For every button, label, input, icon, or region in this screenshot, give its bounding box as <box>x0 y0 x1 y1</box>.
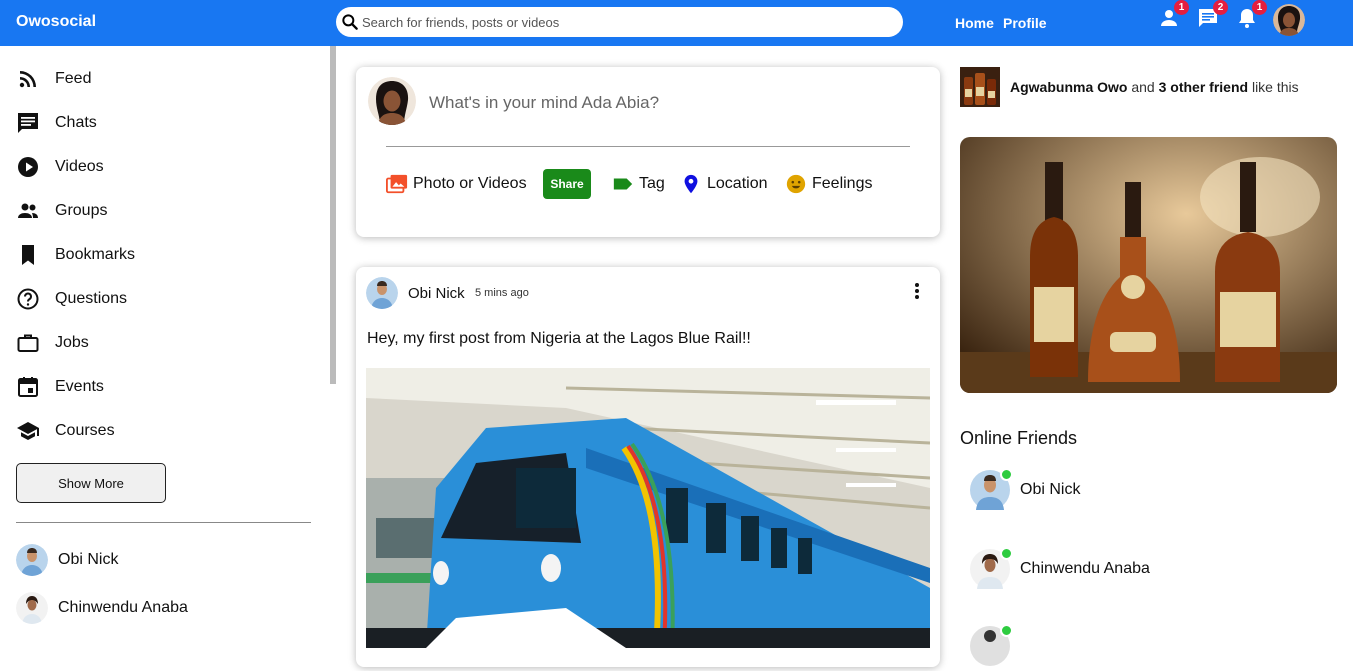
sidebar-item-label: Events <box>55 378 104 395</box>
profile-avatar[interactable] <box>1273 4 1305 36</box>
avatar[interactable] <box>366 277 398 309</box>
online-friend-name: Chinwendu Anaba <box>1020 560 1150 577</box>
play-circle-icon <box>18 157 38 177</box>
calendar-icon <box>18 377 38 397</box>
sidebar-item-label: Videos <box>55 158 104 175</box>
online-friend-item[interactable] <box>970 624 1020 666</box>
avatar <box>970 624 1013 666</box>
search-icon <box>342 14 358 30</box>
sidebar-item-courses[interactable]: Courses <box>16 416 316 446</box>
show-more-button[interactable]: Show More <box>16 463 166 503</box>
avatar <box>970 547 1013 589</box>
location-option[interactable]: Location <box>680 173 768 195</box>
more-vert-icon[interactable] <box>907 281 927 301</box>
brand-logo[interactable]: Owosocial <box>16 13 96 31</box>
sidebar-item-label: Jobs <box>55 334 89 351</box>
search-input[interactable] <box>362 7 892 37</box>
ad-image[interactable] <box>960 137 1337 393</box>
post-image <box>366 368 930 648</box>
sidebar-item-bookmarks[interactable]: Bookmarks <box>16 240 316 270</box>
feelings-label: Feelings <box>812 175 873 192</box>
sidebar-item-feed[interactable]: Feed <box>16 64 316 94</box>
sidebar-friend-item[interactable]: Chinwendu Anaba <box>16 591 188 625</box>
avatar <box>16 544 48 576</box>
sidebar-item-events[interactable]: Events <box>16 372 316 402</box>
label-icon <box>613 178 633 190</box>
share-divider <box>386 146 910 147</box>
sidebar-friend-item[interactable]: Obi Nick <box>16 543 118 577</box>
share-button[interactable]: Share <box>543 169 591 199</box>
chat-icon <box>18 113 38 133</box>
online-friend-item[interactable]: Obi Nick <box>970 468 1081 510</box>
notifications-button[interactable]: 1 <box>1235 0 1267 30</box>
messages-badge: 2 <box>1213 0 1228 15</box>
sidebar-item-label: Groups <box>55 202 108 219</box>
sidebar-item-label: Chats <box>55 114 97 131</box>
nav-profile-link[interactable]: Profile <box>1003 15 1047 31</box>
photo-videos-label: Photo or Videos <box>413 175 527 192</box>
bookmark-icon <box>22 245 34 265</box>
smiley-icon <box>786 174 806 194</box>
friend-requests-button[interactable]: 1 <box>1157 0 1189 30</box>
location-label: Location <box>707 175 768 192</box>
top-bar: Owosocial Home Profile 1 2 1 <box>0 0 1353 46</box>
sidebar-item-videos[interactable]: Videos <box>16 152 316 182</box>
liker-connector: and <box>1131 79 1155 95</box>
avatar <box>368 77 416 125</box>
sidebar-item-jobs[interactable]: Jobs <box>16 328 316 358</box>
sidebar-item-label: Courses <box>55 422 115 439</box>
nav-home-link[interactable]: Home <box>955 15 994 31</box>
post-text: Hey, my first post from Nigeria at the L… <box>367 330 751 347</box>
share-prompt[interactable]: What's in your mind Ada Abia? <box>429 93 659 113</box>
sidebar-item-label: Questions <box>55 290 128 307</box>
location-pin-icon <box>684 174 698 194</box>
liker-image <box>960 67 1000 107</box>
post-card: Obi Nick 5 mins ago Hey, my first post f… <box>356 267 940 667</box>
liker-others[interactable]: 3 other friend <box>1159 79 1248 95</box>
online-friend-item[interactable]: Chinwendu Anaba <box>970 547 1150 589</box>
briefcase-icon <box>17 334 39 352</box>
liker-name[interactable]: Agwabunma Owo <box>1010 79 1127 95</box>
sidebar-item-questions[interactable]: Questions <box>16 284 316 314</box>
sidebar-item-label: Feed <box>55 70 92 87</box>
sidebar-divider <box>16 522 311 523</box>
messages-button[interactable]: 2 <box>1196 0 1228 30</box>
avatar <box>16 592 48 624</box>
online-friends-heading: Online Friends <box>960 428 1078 448</box>
left-sidebar: Feed Chats Videos Groups Bookmarks Quest… <box>0 46 330 636</box>
online-status-dot <box>1000 468 1013 481</box>
sidebar-item-chats[interactable]: Chats <box>16 108 316 138</box>
liker-suffix: like this <box>1251 79 1299 95</box>
post-timestamp: 5 mins ago <box>475 287 529 299</box>
notifications-badge: 1 <box>1252 0 1267 15</box>
online-status-dot <box>1000 547 1013 560</box>
sidebar-friend-name: Obi Nick <box>58 551 119 568</box>
photo-videos-option[interactable]: Photo or Videos <box>386 173 527 195</box>
photo-library-icon <box>386 174 408 194</box>
feelings-option[interactable]: Feelings <box>785 173 872 195</box>
tag-label: Tag <box>639 175 665 192</box>
avatar <box>970 468 1013 510</box>
sidebar-friend-name: Chinwendu Anaba <box>58 599 188 616</box>
school-icon <box>17 422 39 440</box>
share-card: What's in your mind Ada Abia? Photo or V… <box>356 67 940 237</box>
online-status-dot <box>1000 624 1013 637</box>
sidebar-scrollbar[interactable] <box>330 46 336 384</box>
tag-option[interactable]: Tag <box>612 173 665 195</box>
post-author[interactable]: Obi Nick <box>408 285 465 302</box>
sidebar-item-label: Bookmarks <box>55 246 136 263</box>
sidebar-item-groups[interactable]: Groups <box>16 196 316 226</box>
rss-icon <box>19 71 36 88</box>
group-icon <box>18 203 38 218</box>
friend-requests-badge: 1 <box>1174 0 1189 15</box>
likes-summary: Agwabunma Owo and 3 other friend like th… <box>1010 79 1299 95</box>
search-bar[interactable] <box>336 7 903 37</box>
online-friend-name: Obi Nick <box>1020 481 1081 498</box>
help-circle-icon <box>17 288 39 310</box>
